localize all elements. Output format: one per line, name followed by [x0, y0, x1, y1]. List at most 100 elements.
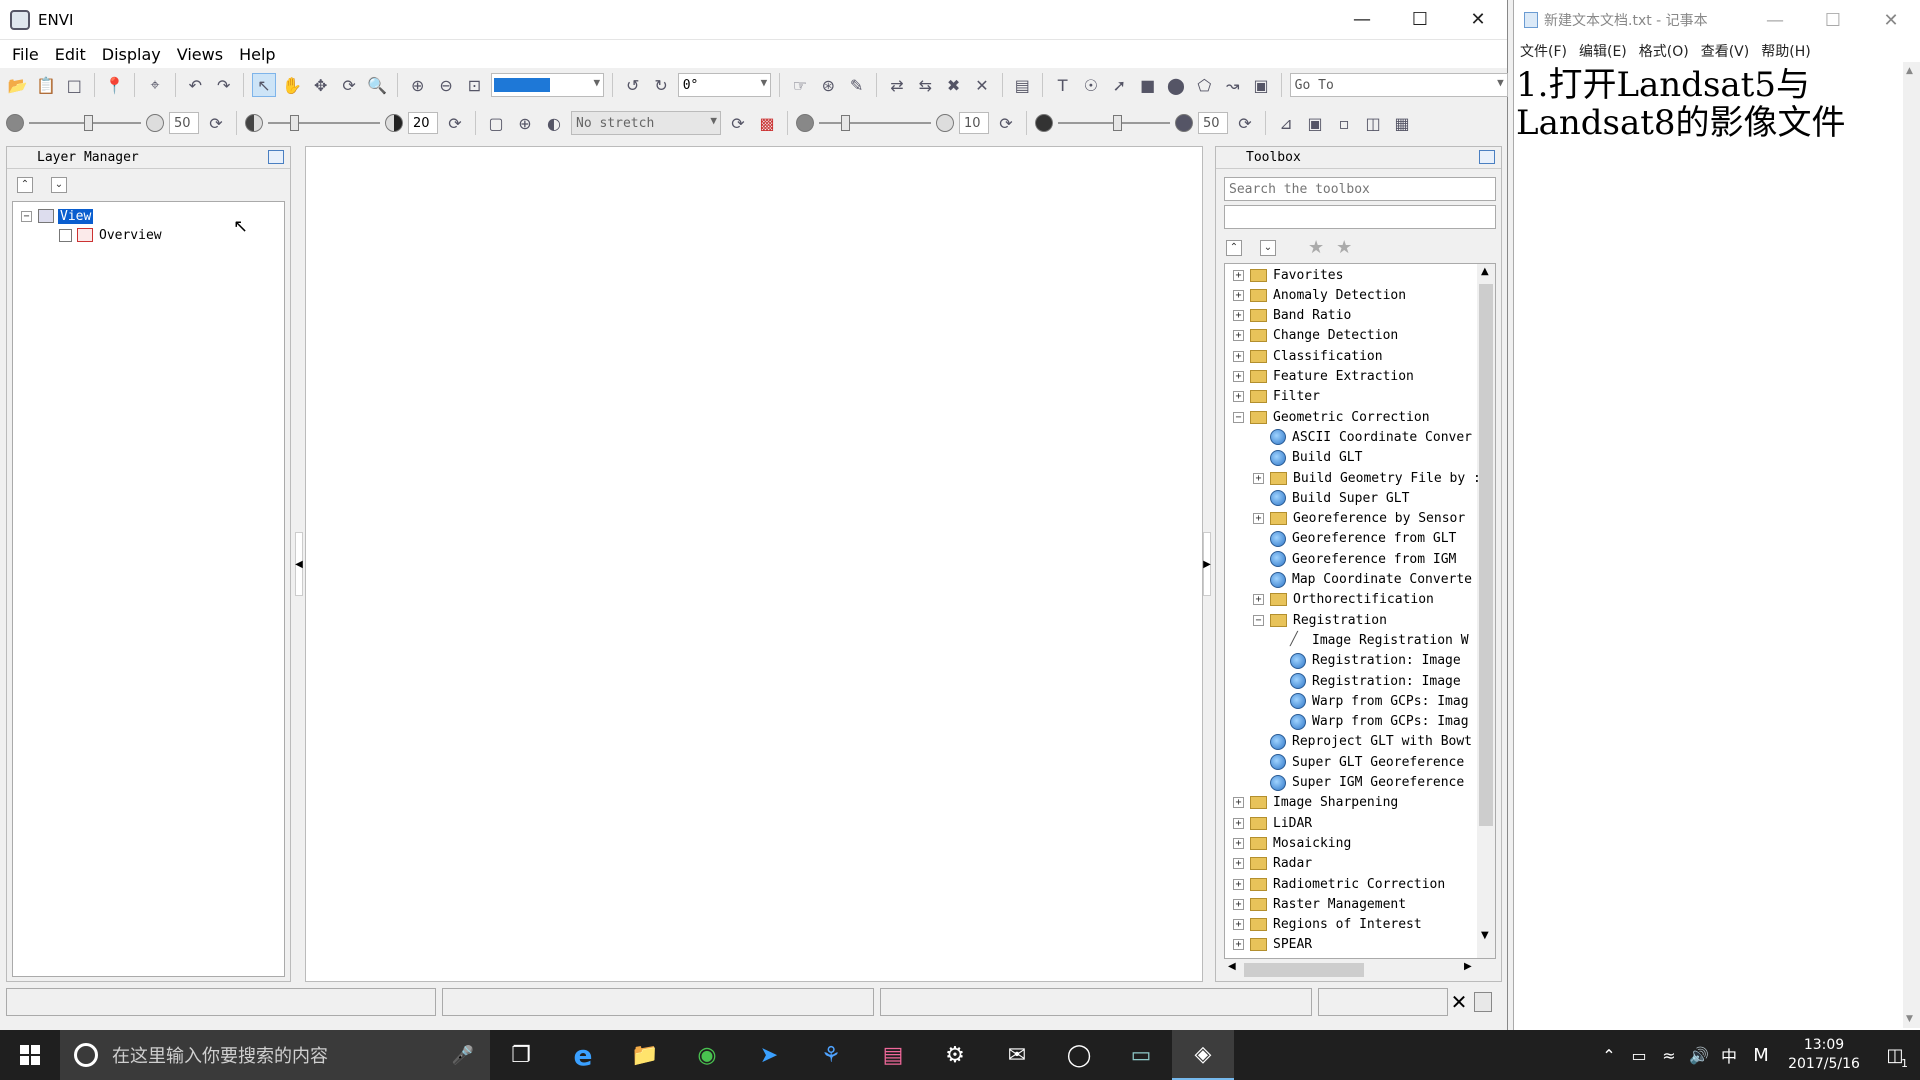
preview-icon[interactable]: ▤ [1011, 73, 1034, 97]
np-menu-edit[interactable]: 编辑(E) [1579, 41, 1627, 61]
expand-toggle[interactable]: + [1233, 797, 1244, 809]
toolbox-item[interactable]: + Georeference by Sensor [1253, 510, 1465, 528]
toolbox-item[interactable]: + Band Ratio [1233, 307, 1351, 325]
volume-icon[interactable]: 🔊 [1684, 1030, 1714, 1080]
text-annotation-icon[interactable]: T [1051, 73, 1074, 97]
expand-toggle[interactable]: + [1233, 878, 1244, 890]
scroll-up-icon[interactable]: ▲ [1481, 266, 1489, 277]
toolbox-item[interactable]: Reproject GLT with Bowt [1253, 733, 1472, 751]
toolbox-item[interactable]: + Favorites [1233, 266, 1343, 284]
panel-pin-icon[interactable] [268, 150, 284, 164]
task-view-icon[interactable]: ❐ [490, 1030, 552, 1080]
clock[interactable]: 13:09 2017/5/16 [1778, 1036, 1870, 1074]
scroll-right-icon[interactable]: ▶ [1464, 961, 1472, 972]
pan-hand-icon[interactable]: ✋ [281, 73, 304, 97]
expand-toggle[interactable]: + [1253, 472, 1264, 484]
toolbox-item[interactable]: ASCII Coordinate Conver [1253, 428, 1472, 446]
collapse-all-icon[interactable]: ⌃ [1226, 239, 1242, 256]
steam-icon[interactable]: ⚙ [924, 1030, 986, 1080]
flicker-icon[interactable]: ✖ [942, 73, 965, 97]
toolbox-horizontal-scrollbar[interactable]: ◀ ▶ [1224, 961, 1496, 979]
toolbox-item[interactable]: + Classification [1233, 347, 1383, 365]
zoom-out-icon[interactable]: ⊖ [434, 73, 457, 97]
np-menu-file[interactable]: 文件(F) [1520, 41, 1567, 61]
toolbox-item[interactable]: + Orthorectification [1253, 591, 1434, 609]
expand-toggle[interactable]: + [1233, 350, 1244, 362]
rotation-combo[interactable]: 0° ▼ [677, 73, 772, 97]
symbol-icon[interactable]: ☉ [1079, 73, 1102, 97]
notepad-maximize-button[interactable]: ☐ [1804, 0, 1862, 40]
envi-taskbar-icon[interactable]: ◈ [1172, 1030, 1234, 1080]
zoom-full-icon[interactable]: ⊡ [463, 73, 486, 97]
scrollbar-thumb[interactable] [1244, 963, 1364, 977]
data-manager-icon[interactable]: 📋 [34, 73, 57, 97]
envi-title-bar[interactable]: ENVI — ☐ ✕ [0, 0, 1507, 40]
scroll-up-icon[interactable]: ▲ [1906, 66, 1913, 76]
toolbox-item[interactable]: Registration: Image [1273, 652, 1461, 670]
expand-all-icon[interactable]: ⌄ [1260, 239, 1276, 256]
fly-icon[interactable]: ✥ [309, 73, 332, 97]
scroll-down-icon[interactable]: ▼ [1906, 1014, 1913, 1024]
expand-toggle[interactable]: + [1253, 513, 1264, 525]
right-collapse-handle[interactable]: ▶ [1203, 532, 1211, 596]
edit-vector-icon[interactable]: ✎ [845, 73, 868, 97]
collapse-toggle[interactable]: − [1253, 614, 1264, 626]
file-explorer-icon[interactable]: 📁 [614, 1030, 676, 1080]
expand-toggle[interactable]: + [1233, 371, 1244, 382]
toolbox-item[interactable]: Build GLT [1253, 449, 1362, 467]
expand-toggle[interactable]: + [1233, 310, 1244, 322]
np-menu-help[interactable]: 帮助(H) [1761, 41, 1810, 61]
mail-icon[interactable]: ✉ [986, 1030, 1048, 1080]
brightness-slider[interactable] [29, 111, 141, 135]
menu-file[interactable]: File [4, 43, 47, 66]
expand-toggle[interactable]: + [1233, 858, 1244, 870]
menu-help[interactable]: Help [231, 43, 283, 66]
obs-icon[interactable]: ◯ [1048, 1030, 1110, 1080]
left-collapse-handle[interactable]: ◀ [295, 532, 303, 596]
collapse-toggle[interactable]: − [21, 210, 32, 222]
cancel-process-icon[interactable]: ✕ [1448, 990, 1470, 1014]
picture-icon[interactable]: ▣ [1249, 73, 1272, 97]
zoom-combo[interactable]: ▼ [491, 73, 605, 97]
expand-toggle[interactable]: + [1233, 269, 1244, 281]
bilibili-icon[interactable]: ▤ [862, 1030, 924, 1080]
roi-center-icon[interactable]: ⊕ [513, 111, 537, 135]
add-favorite-star-icon[interactable]: ★ [1308, 237, 1324, 258]
browser-360-icon[interactable]: ◉ [676, 1030, 738, 1080]
minimize-button[interactable]: — [1333, 0, 1391, 40]
ime-language-indicator[interactable]: 中 [1714, 1030, 1744, 1080]
action-center-icon[interactable]: ◫ 1 [1870, 1030, 1920, 1080]
notepad-close-button[interactable]: ✕ [1862, 0, 1920, 40]
toolbox-item[interactable]: + Radar [1233, 855, 1312, 873]
collapse-all-icon[interactable]: ⌃ [17, 177, 33, 193]
expand-toggle[interactable]: + [1253, 594, 1264, 606]
transparency-value[interactable]: 50 [1198, 112, 1228, 134]
annotation-hand-icon[interactable]: ☞ [788, 73, 811, 97]
toolbox-item[interactable]: + Change Detection [1233, 327, 1398, 345]
polyline-icon[interactable]: ↝ [1221, 73, 1244, 97]
crop-icon[interactable]: □ [63, 73, 86, 97]
np-menu-view[interactable]: 查看(V) [1701, 41, 1750, 61]
reset-brightness-icon[interactable]: ⟳ [204, 111, 228, 135]
stretch-combo[interactable]: No stretch ▼ [571, 111, 721, 135]
contrast-value[interactable]: 20 [408, 112, 438, 134]
np-menu-format[interactable]: 格式(O) [1639, 41, 1689, 61]
layer-tree-view-label[interactable]: View [58, 208, 94, 224]
sharpen-value[interactable]: 10 [959, 112, 989, 134]
layout-icon[interactable]: ▣ [1303, 111, 1327, 135]
toolbox-item[interactable]: Super GLT Georeference [1253, 753, 1464, 771]
notepad-minimize-button[interactable]: — [1746, 0, 1804, 40]
redo-icon[interactable]: ↷ [212, 73, 235, 97]
expand-toggle[interactable]: + [1233, 289, 1244, 301]
toolbox-item[interactable]: + Radiometric Correction [1233, 875, 1445, 893]
roi-rect-icon[interactable]: ▢ [484, 111, 508, 135]
reset-contrast-icon[interactable]: ⟳ [443, 111, 467, 135]
baidu-netdisk-icon[interactable]: ⚘ [800, 1030, 862, 1080]
scrollbar-thumb[interactable] [1479, 284, 1493, 826]
expand-toggle[interactable]: + [1233, 939, 1244, 951]
expand-toggle[interactable]: + [1233, 837, 1244, 849]
view-double-icon[interactable]: ◫ [1361, 111, 1385, 135]
sharpen-slider[interactable] [819, 111, 931, 135]
toolbox-item[interactable]: Georeference from IGM [1253, 550, 1456, 568]
arrow-annotation-icon[interactable]: ➚ [1108, 73, 1131, 97]
